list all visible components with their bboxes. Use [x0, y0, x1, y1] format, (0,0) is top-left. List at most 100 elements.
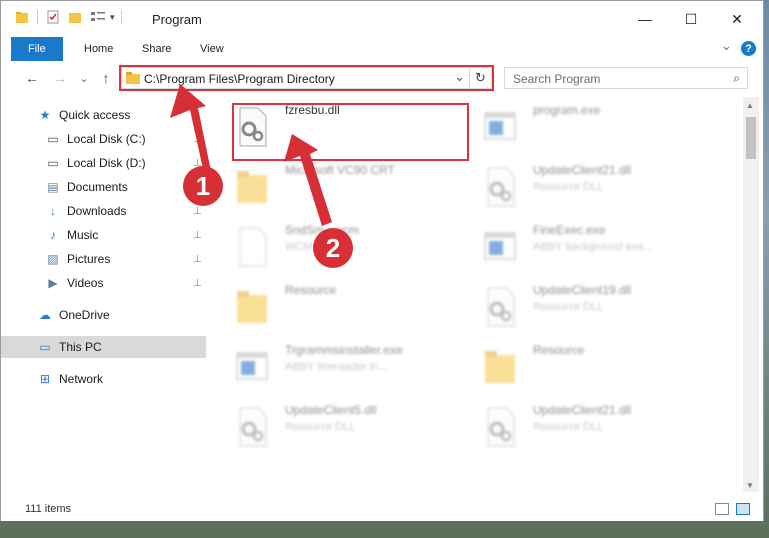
file-item[interactable]: Resource [227, 281, 457, 337]
navigation-pane: ★ Quick access ▭ Local Disk (C:) ⊥ ▭ Local Dis… [1, 97, 211, 492]
file-type: Resource DLL [285, 421, 356, 433]
sidebar-item-local-disk-d[interactable]: ▭ Local Disk (D:) ⊥ [1, 152, 206, 174]
status-bar: 111 items [1, 497, 763, 521]
file-item[interactable]: program.exe [475, 101, 705, 157]
file-name: UpdateClient21.dll [533, 403, 632, 417]
file-name: Resource [285, 283, 337, 297]
sidebar-item-pictures[interactable]: ▨ Pictures ⊥ [1, 248, 206, 270]
sidebar-item-music[interactable]: ♪ Music ⊥ [1, 224, 206, 246]
file-name: Microsoft VC90 CRT [285, 163, 395, 177]
file-item[interactable]: FineExec.exe ABBY background exe... [475, 221, 705, 277]
file-item[interactable]: UpdateClient21.dll Resource DLL [475, 401, 705, 457]
quick-access-toolbar: ▾ [15, 10, 122, 24]
drive-icon: ▭ [47, 156, 59, 170]
blank-file-icon [235, 227, 269, 267]
sidebar-item-label: Network [59, 372, 104, 386]
ribbon-collapse-icon[interactable]: ⌄ [721, 38, 732, 54]
folder-icon [235, 167, 269, 207]
video-icon: ▶ [48, 276, 58, 290]
sidebar-item-local-disk-c[interactable]: ▭ Local Disk (C:) ⊥ [1, 128, 206, 150]
title-bar: ▾ Program — ☐ ✕ [1, 1, 763, 37]
vertical-scrollbar[interactable]: ▲ ▼ [743, 97, 759, 492]
file-name: UpdateClient5.dll [285, 403, 377, 417]
items-count: 111 items [25, 503, 72, 515]
drive-icon: ▭ [47, 132, 59, 146]
sidebar-item-videos[interactable]: ▶ Videos ⊥ [1, 272, 206, 294]
file-name: UpdateClient19.dll [533, 283, 632, 297]
forward-button[interactable]: → [51, 69, 69, 87]
sidebar-item-label: This PC [59, 340, 102, 354]
dll-icon [483, 287, 517, 327]
file-type: Resource DLL [533, 301, 604, 313]
separator [37, 10, 38, 24]
separator [120, 10, 122, 24]
tab-home[interactable]: Home [71, 37, 126, 61]
folder-icon [235, 287, 269, 327]
sidebar-item-onedrive[interactable]: ☁ OneDrive [1, 304, 206, 326]
file-item[interactable]: Resource [475, 341, 705, 397]
sidebar-item-downloads[interactable]: ↓ Downloads ⊥ [1, 200, 206, 222]
file-type: Resource DLL [533, 181, 604, 193]
sidebar-item-network[interactable]: ⊞ Network [1, 368, 206, 390]
folder-icon[interactable] [15, 10, 29, 24]
sidebar-item-label: Local Disk (C:) [67, 132, 146, 146]
file-name: Trgrammsinstaller.exe [285, 343, 403, 357]
address-highlight-box [119, 65, 494, 91]
file-item[interactable]: UpdateClient5.dll Resource DLL [227, 401, 457, 457]
details-view-icon[interactable] [715, 503, 729, 515]
pin-icon: ⊥ [193, 253, 202, 265]
sidebar-item-label: Documents [67, 180, 128, 194]
sidebar-item-label: Local Disk (D:) [67, 156, 146, 170]
view-options-icon[interactable] [90, 10, 106, 24]
file-type: ABBY fineraader ln... [285, 361, 388, 373]
dll-icon [483, 167, 517, 207]
pin-icon: ⊥ [193, 277, 202, 289]
scroll-thumb[interactable] [746, 117, 756, 159]
sidebar-item-this-pc[interactable]: ▭ This PC [1, 336, 206, 358]
pin-icon: ⊥ [193, 133, 202, 145]
large-icons-view-icon[interactable] [736, 503, 750, 515]
file-name: UpdateClient21.dll [533, 163, 632, 177]
maximize-button[interactable]: ☐ [668, 1, 714, 37]
sidebar-item-label: Downloads [67, 204, 127, 218]
computer-icon: ▭ [39, 340, 51, 354]
file-type: Resource DLL [533, 421, 604, 433]
dll-icon [235, 407, 269, 447]
file-item[interactable]: Microsoft VC90 CRT [227, 161, 457, 217]
minimize-button[interactable]: — [622, 1, 668, 37]
file-item[interactable]: UpdateClient21.dll Resource DLL [475, 161, 705, 217]
search-icon: ⌕ [733, 71, 740, 85]
exe-icon [235, 347, 269, 387]
cloud-icon: ☁ [39, 308, 51, 322]
scroll-down-icon[interactable]: ▼ [746, 481, 754, 490]
close-button[interactable]: ✕ [714, 1, 760, 37]
folder-icon [483, 347, 517, 387]
sidebar-item-documents[interactable]: ▤Documents⊥ [1, 176, 206, 198]
star-icon: ★ [39, 108, 51, 122]
scroll-up-icon[interactable]: ▲ [746, 101, 754, 110]
tab-view[interactable]: View [187, 37, 237, 61]
sidebar-item-quick-access[interactable]: ★ Quick access [1, 104, 206, 126]
sidebar-item-label: Pictures [67, 252, 111, 266]
exe-icon [483, 107, 517, 147]
search-input[interactable]: Search Program ⌕ [504, 67, 748, 89]
file-name: FineExec.exe [533, 223, 606, 237]
sidebar-item-label: OneDrive [59, 308, 110, 322]
up-button[interactable]: ↑ [97, 69, 115, 87]
tab-file[interactable]: File [11, 37, 63, 61]
recent-locations-button[interactable]: ⌄ [75, 69, 93, 87]
file-item[interactable]: Trgrammsinstaller.exe ABBY fineraader ln.… [227, 341, 457, 397]
properties-icon[interactable] [46, 10, 60, 24]
explorer-window: ▾ Program — ☐ ✕ File Home Share View ⌄ ?… [0, 0, 764, 521]
tab-share[interactable]: Share [129, 37, 184, 61]
pictures-icon: ▨ [47, 252, 59, 266]
file-item[interactable]: UpdateClient19.dll Resource DLL [475, 281, 705, 337]
back-button[interactable]: ← [23, 69, 41, 87]
help-icon[interactable]: ? [741, 41, 756, 56]
customize-dropdown-icon[interactable]: ▾ [110, 12, 115, 23]
file-name: program.exe [533, 103, 601, 117]
dll-icon [483, 407, 517, 447]
new-folder-icon[interactable] [68, 10, 82, 24]
callout-1-badge: 1 [183, 166, 223, 206]
music-icon: ♪ [50, 228, 56, 242]
